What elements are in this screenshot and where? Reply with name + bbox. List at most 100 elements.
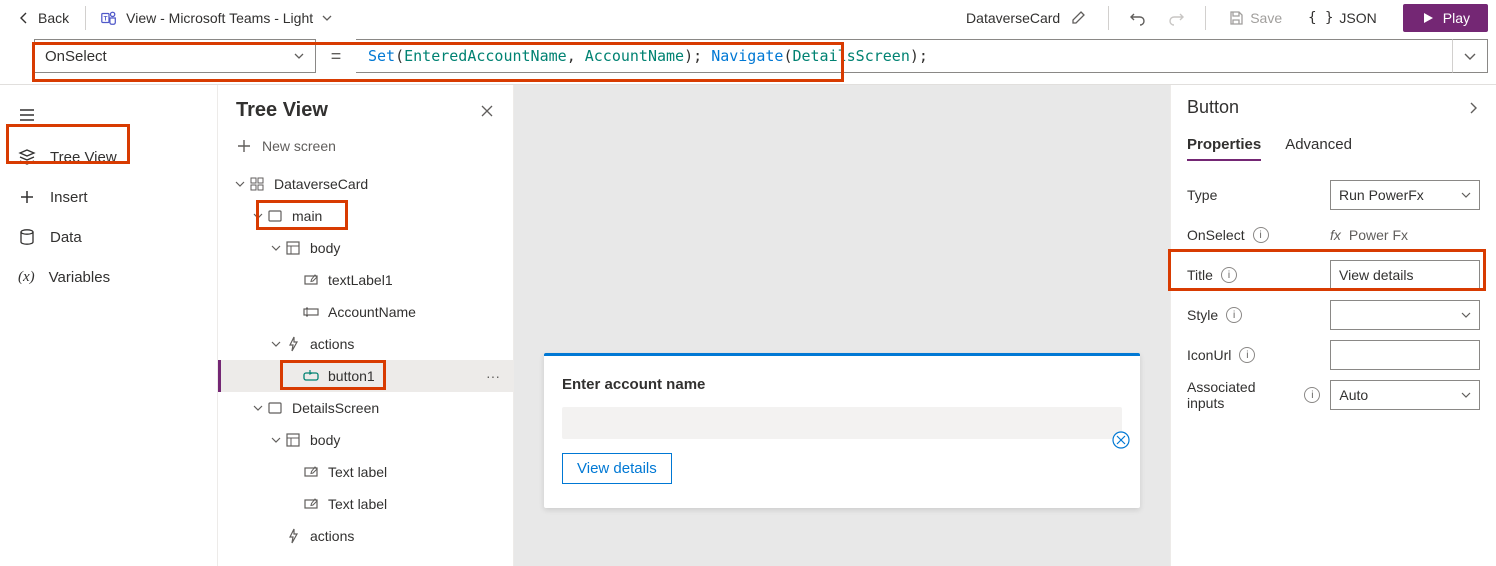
more-icon[interactable]: ··· (481, 368, 505, 384)
property-selector-value: OnSelect (45, 48, 107, 65)
tree-node-text-label[interactable]: Text label (218, 456, 513, 488)
prop-label: Title (1187, 267, 1213, 283)
prop-label: IconUrl (1187, 347, 1231, 363)
tree-node-label: actions (310, 528, 354, 544)
tree-node-dataversecard[interactable]: DataverseCard (218, 168, 513, 200)
tree-node-label: body (310, 432, 340, 448)
tree-view-title: Tree View (236, 99, 328, 122)
rail-item-variables[interactable]: (x) Variables (0, 257, 217, 297)
workspace: Tree ViewInsertData(x)Variables Tree Vie… (0, 84, 1496, 566)
prop-label: Associated inputs (1187, 379, 1296, 411)
info-icon[interactable]: i (1221, 267, 1237, 283)
app-icon (248, 176, 266, 192)
prop-select-associated-inputs[interactable]: Auto (1330, 380, 1480, 410)
theme-label: View - Microsoft Teams - Light (126, 10, 313, 26)
prop-row-iconurl: IconUrl i (1187, 335, 1480, 375)
new-screen-button[interactable]: New screen (218, 130, 513, 168)
close-icon[interactable] (479, 103, 495, 119)
canvas: Enter account name View details (514, 85, 1170, 566)
account-name-input[interactable] (562, 407, 1122, 439)
teams-icon: T (100, 9, 118, 27)
theme-selector[interactable]: T View - Microsoft Teams - Light (94, 5, 339, 31)
prop-fx-onselect[interactable]: fxPower Fx (1330, 227, 1480, 243)
tab-advanced[interactable]: Advanced (1285, 136, 1352, 161)
rail-item-insert[interactable]: Insert (0, 177, 217, 217)
tree-view-panel: Tree View New screen DataverseCard main bo… (218, 85, 514, 566)
properties-tabs: Properties Advanced (1187, 136, 1480, 161)
vars-icon: (x) (18, 268, 35, 286)
rail-item-label: Variables (49, 269, 110, 286)
layers-icon (18, 148, 36, 166)
prop-select-type[interactable]: Run PowerFx (1330, 180, 1480, 210)
prop-row-type: TypeRun PowerFx (1187, 175, 1480, 215)
tree-node-label: AccountName (328, 304, 416, 320)
input-error-icon (1111, 430, 1131, 450)
properties-panel: Button PropertiesAdvanced TypeRun PowerF… (1170, 85, 1496, 566)
actions-icon (284, 336, 302, 352)
back-label: Back (38, 10, 69, 26)
tree-node-label: main (292, 208, 322, 224)
container-icon (284, 432, 302, 448)
tree-node-label: textLabel1 (328, 272, 393, 288)
prop-row-onselect: OnSelectifxPower Fx (1187, 215, 1480, 255)
chevron-icon (232, 178, 248, 190)
rail-item-label: Data (50, 229, 82, 246)
play-button[interactable]: Play (1403, 4, 1488, 32)
container-icon (284, 240, 302, 256)
tree-node-main[interactable]: main (218, 200, 513, 232)
back-button[interactable]: Back (8, 6, 77, 30)
tree-node-label: DataverseCard (274, 176, 368, 192)
tree-node-textlabel1[interactable]: textLabel1 (218, 264, 513, 296)
card-name-editor[interactable]: DataverseCard (958, 6, 1094, 30)
top-command-bar: Back T View - Microsoft Teams - Light Da… (0, 0, 1496, 36)
tree-node-actions[interactable]: actions (218, 328, 513, 360)
tab-properties[interactable]: Properties (1187, 136, 1261, 161)
hamburger-button[interactable] (0, 93, 217, 137)
prop-row-associated-inputs: Associated inputs i Auto (1187, 375, 1480, 415)
chevron-down-icon (1461, 310, 1471, 320)
tree-node-detailsscreen[interactable]: DetailsScreen (218, 392, 513, 424)
property-selector[interactable]: OnSelect (34, 39, 316, 73)
tree-node-accountname[interactable]: AccountName (218, 296, 513, 328)
view-details-button[interactable]: View details (562, 453, 672, 484)
tree-node-actions[interactable]: actions (218, 520, 513, 552)
card-preview: Enter account name View details (544, 353, 1140, 508)
fx-icon: fx (1330, 227, 1341, 243)
screen-icon (266, 400, 284, 416)
formula-input[interactable]: Set(EnteredAccountName, AccountName); Na… (356, 39, 1452, 73)
chevron-down-icon (1461, 190, 1471, 200)
info-icon[interactable]: i (1226, 307, 1242, 323)
rail-item-tree-view[interactable]: Tree View (0, 137, 217, 177)
chevron-icon (268, 434, 284, 446)
chevron-icon (250, 402, 266, 414)
save-label: Save (1250, 10, 1282, 26)
tree-node-label: Text label (328, 464, 387, 480)
textlabel-icon (302, 496, 320, 512)
prop-input-iconurl[interactable] (1330, 340, 1480, 370)
chevron-icon (268, 338, 284, 350)
json-button[interactable]: { } JSON (1298, 6, 1387, 30)
chevron-right-icon[interactable] (1466, 101, 1480, 115)
info-icon[interactable]: i (1239, 347, 1255, 363)
tree-node-text-label[interactable]: Text label (218, 488, 513, 520)
tree-node-button1[interactable]: button1··· (218, 360, 513, 392)
tree-node-body[interactable]: body (218, 424, 513, 456)
prop-input-title[interactable]: View details (1330, 260, 1480, 290)
braces-icon: { } (1308, 10, 1333, 26)
chevron-icon (250, 210, 266, 222)
screen-icon (266, 208, 284, 224)
chevron-down-icon (293, 50, 305, 62)
undo-button[interactable] (1123, 3, 1153, 33)
save-icon (1228, 10, 1244, 26)
rail-item-data[interactable]: Data (0, 217, 217, 257)
prop-select-style[interactable] (1330, 300, 1480, 330)
play-icon (1421, 11, 1435, 25)
actions-icon (284, 528, 302, 544)
tree-node-body[interactable]: body (218, 232, 513, 264)
info-icon[interactable]: i (1253, 227, 1269, 243)
redo-button[interactable] (1161, 3, 1191, 33)
formula-expand-button[interactable] (1452, 39, 1488, 73)
save-button[interactable]: Save (1220, 6, 1290, 30)
info-icon[interactable]: i (1304, 387, 1320, 403)
textinput-icon (302, 304, 320, 320)
